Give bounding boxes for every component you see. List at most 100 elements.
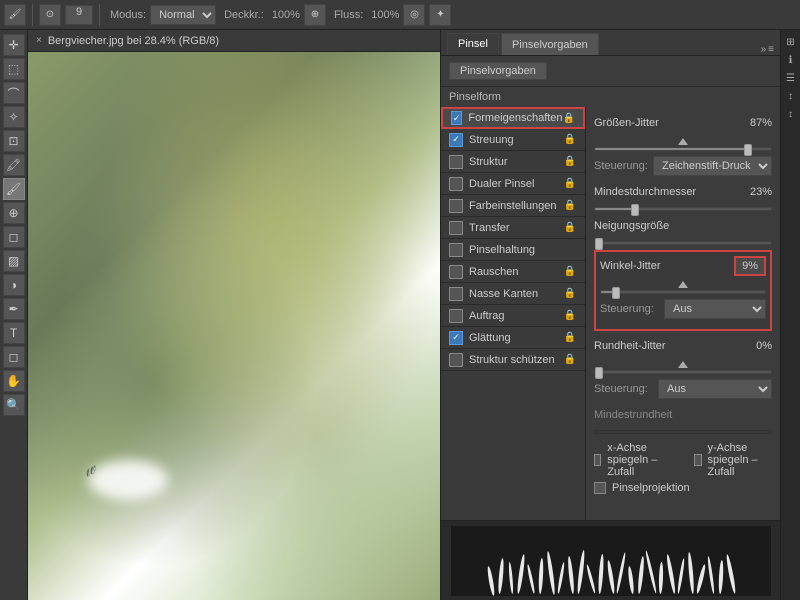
prop-row-struktur[interactable]: Struktur🔒: [441, 151, 585, 173]
prop-row-nasse-kanten[interactable]: Nasse Kanten🔒: [441, 283, 585, 305]
mode-select[interactable]: Normal: [150, 5, 216, 25]
winkel-jitter-value: 9%: [734, 256, 766, 276]
brush-preview: [441, 520, 780, 600]
prop-check-glaettung[interactable]: [449, 331, 463, 345]
tab-pinselvorgaben[interactable]: Pinselvorgaben: [501, 33, 599, 55]
prop-lock-formeigenschaften: 🔒: [563, 111, 575, 125]
prop-row-transfer[interactable]: Transfer🔒: [441, 217, 585, 239]
shape-tool[interactable]: ◻: [3, 346, 25, 368]
winkel-jitter-label: Winkel-Jitter: [600, 260, 730, 272]
winkel-slider-thumb[interactable]: [612, 287, 620, 299]
mindest-slider-thumb[interactable]: [631, 204, 639, 216]
winkel-slider[interactable]: [600, 290, 766, 294]
pinselvorgaben-button[interactable]: Pinselvorgaben: [449, 62, 547, 80]
prop-row-struktur-schuetzen[interactable]: Struktur schützen🔒: [441, 349, 585, 371]
lasso-tool[interactable]: ⌒: [3, 82, 25, 104]
flow-icon[interactable]: ◎: [403, 4, 425, 26]
prop-check-pinselhaltung[interactable]: [449, 243, 463, 257]
menu-icon[interactable]: ≡: [768, 44, 774, 55]
prop-check-streuung[interactable]: [449, 133, 463, 147]
mindest-slider-track[interactable]: [594, 207, 772, 211]
prop-check-auftrag[interactable]: [449, 309, 463, 323]
winkel-slider-track[interactable]: [600, 290, 766, 294]
pinselform-label: Pinselform: [441, 86, 780, 107]
move-tool[interactable]: ✛: [3, 34, 25, 56]
x-achse-checkbox[interactable]: [594, 454, 601, 466]
winkel-steuerung-select[interactable]: Aus: [664, 299, 766, 319]
mindest-slider[interactable]: [594, 207, 772, 211]
prop-check-nasse-kanten[interactable]: [449, 287, 463, 301]
groessen-steuerung-select[interactable]: Zeichenstift-Druck: [653, 156, 772, 176]
dodge-tool[interactable]: ◑: [3, 274, 25, 296]
prop-row-farbeinstellungen[interactable]: Farbeinstellungen🔒: [441, 195, 585, 217]
prop-label-formeigenschaften: Formeigenschaften: [468, 112, 562, 124]
prop-row-glaettung[interactable]: Glättung🔒: [441, 327, 585, 349]
canvas-content[interactable]: 𝓌: [28, 52, 440, 600]
y-achse-checkbox[interactable]: [694, 454, 701, 466]
brush-preview-svg: [451, 526, 771, 596]
rundheit-steuerung-select[interactable]: Aus: [658, 379, 772, 399]
prop-row-pinselhaltung[interactable]: Pinselhaltung: [441, 239, 585, 261]
brush-size-icon[interactable]: ⊙: [39, 4, 61, 26]
prop-row-formeigenschaften[interactable]: Formeigenschaften🔒: [441, 107, 585, 129]
edge-icon-5[interactable]: ↕: [783, 106, 799, 122]
canvas-close[interactable]: ×: [36, 35, 42, 46]
groessen-slider-thumb[interactable]: [744, 144, 752, 156]
crop-tool[interactable]: ⊡: [3, 130, 25, 152]
mindestrundheit-slider: [594, 430, 772, 434]
mindest-row: Mindestdurchmesser 23%: [594, 182, 772, 202]
prop-check-formeigenschaften[interactable]: [451, 111, 462, 125]
canvas-tab: × Bergviecher.jpg bei 28.4% (RGB/8): [28, 30, 440, 52]
rundheit-slider-thumb[interactable]: [595, 367, 603, 379]
text-tool[interactable]: T: [3, 322, 25, 344]
neigung-slider-track[interactable]: [594, 241, 772, 245]
opacity-icon[interactable]: ⊕: [304, 4, 326, 26]
settings-panel: Formeigenschaften🔒Streuung🔒Struktur🔒Dual…: [441, 107, 780, 520]
airbrush-icon[interactable]: ✦: [429, 4, 451, 26]
prop-row-rauschen[interactable]: Rauschen🔒: [441, 261, 585, 283]
prop-row-dualer-pinsel[interactable]: Dualer Pinsel🔒: [441, 173, 585, 195]
prop-row-streuung[interactable]: Streuung🔒: [441, 129, 585, 151]
prop-label-struktur: Struktur: [469, 156, 563, 168]
edge-icon-2[interactable]: ℹ: [783, 52, 799, 68]
edge-icon-4[interactable]: ↕: [783, 88, 799, 104]
prop-check-dualer-pinsel[interactable]: [449, 177, 463, 191]
left-toolbox: ✛ ⬚ ⌒ ✧ ⊡ 🖍 🖌 ⊕ ◻ ▨ ◑ ✒ T ◻ ✋ 🔍: [0, 30, 28, 600]
zoom-tool[interactable]: 🔍: [3, 394, 25, 416]
groessen-slider[interactable]: [594, 147, 772, 151]
winkel-tri: [600, 281, 766, 288]
x-achse-row: x-Achse spiegeln – Zufall y-Achse spiege…: [594, 442, 772, 478]
prop-check-struktur-schuetzen[interactable]: [449, 353, 463, 367]
prop-check-farbeinstellungen[interactable]: [449, 199, 463, 213]
prop-row-auftrag[interactable]: Auftrag🔒: [441, 305, 585, 327]
groessen-slider-track[interactable]: [594, 147, 772, 151]
prop-label-struktur-schuetzen: Struktur schützen: [469, 354, 563, 366]
prop-lock-dualer-pinsel: 🔒: [563, 177, 577, 191]
brush-tool-icon[interactable]: 🖌: [4, 4, 26, 26]
rundheit-slider[interactable]: [594, 370, 772, 374]
neigung-slider[interactable]: [594, 241, 772, 245]
prop-check-transfer[interactable]: [449, 221, 463, 235]
rundheit-slider-track[interactable]: [594, 370, 772, 374]
selection-tool[interactable]: ⬚: [3, 58, 25, 80]
clone-tool[interactable]: ⊕: [3, 202, 25, 224]
tab-pinsel[interactable]: Pinsel: [447, 33, 499, 55]
edge-icon-1[interactable]: ⊞: [783, 34, 799, 50]
brush-tool[interactable]: 🖌: [3, 178, 25, 200]
eraser-tool[interactable]: ◻: [3, 226, 25, 248]
pinselprojektion-checkbox[interactable]: [594, 482, 606, 494]
brush-size-input[interactable]: 9: [65, 5, 93, 25]
mindest-label: Mindestdurchmesser: [594, 186, 733, 198]
prop-check-struktur[interactable]: [449, 155, 463, 169]
magic-wand-tool[interactable]: ✧: [3, 106, 25, 128]
opacity-value: 100%: [272, 9, 300, 21]
gradient-tool[interactable]: ▨: [3, 250, 25, 272]
hand-tool[interactable]: ✋: [3, 370, 25, 392]
edge-icon-3[interactable]: ☰: [783, 70, 799, 86]
prop-check-rauschen[interactable]: [449, 265, 463, 279]
expand-icon[interactable]: »: [761, 44, 767, 55]
steuerung-label-3: Steuerung:: [594, 383, 654, 395]
eyedropper-tool[interactable]: 🖍: [3, 154, 25, 176]
neigung-slider-thumb[interactable]: [595, 238, 603, 250]
pen-tool[interactable]: ✒: [3, 298, 25, 320]
